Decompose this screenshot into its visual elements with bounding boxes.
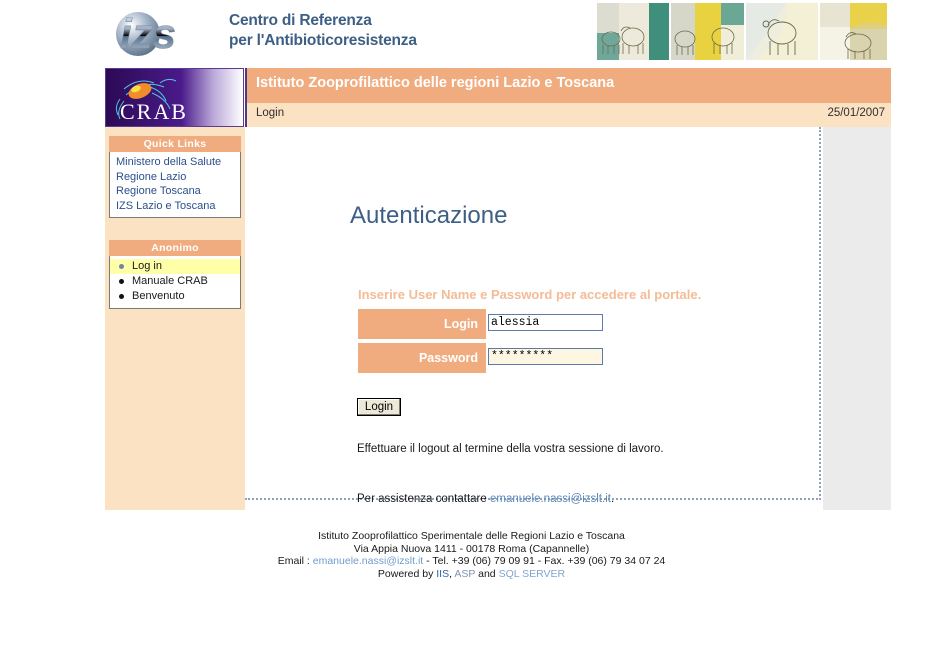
sheep-artwork-panel-1 (597, 3, 670, 60)
footer-line-address: Via Appia Nuova 1411 - 00178 Roma (Capan… (353, 542, 590, 555)
page-title: Autenticazione (350, 202, 508, 229)
sidebar: Quick Links Ministero della Salute Regio… (105, 127, 245, 510)
main-frame: CRAB Istituto Zooprofilattico delle regi… (105, 68, 891, 510)
body-row: Quick Links Ministero della Salute Regio… (105, 127, 891, 510)
sidebar-item-manuale-crab[interactable]: Manuale CRAB (110, 274, 240, 289)
sheep-artwork-strip (597, 3, 887, 60)
sheep-artwork-panel-4 (820, 3, 887, 60)
sql-server-link[interactable]: SQL SERVER (499, 568, 566, 580)
banner-title-line1: Centro di Referenza (229, 12, 372, 29)
crab-logo: CRAB (105, 68, 244, 127)
assistance-suffix: . (610, 493, 615, 505)
asp-link[interactable]: ASP (454, 568, 475, 580)
svg-text:CRAB: CRAB (120, 99, 188, 124)
iis-link[interactable]: IIS (436, 568, 449, 580)
powered-by-prefix: Powered by (377, 567, 437, 580)
breadcrumb-bar: Login 25/01/2007 (245, 103, 891, 127)
quick-links-list: Ministero della Salute Regione Lazio Reg… (109, 152, 241, 218)
sidebar-item-regione-lazio[interactable]: Regione Lazio (110, 170, 240, 185)
login-submit-button[interactable]: Login (357, 398, 401, 416)
assistance-email-link[interactable]: emanuele.nassi@izslt.it (490, 493, 611, 505)
content-area: Autenticazione Inserire User Name e Pass… (245, 127, 891, 510)
footer-phone-fax: - Tel. +39 (06) 79 09 91 - Fax. +39 (06)… (423, 555, 666, 567)
logout-note: Effettuare il logout al termine della vo… (357, 443, 664, 455)
page-root: izs Centro di Referenza per l'Antibiotic… (0, 0, 943, 648)
user-menu-list: Log in Manuale CRAB Benvenuto (109, 256, 241, 309)
bullet-icon (119, 264, 124, 269)
footer-line-powered-by: Powered by IIS, ASP and SQL SERVER (0, 568, 943, 581)
site-title: Istituto Zooprofilattico delle regioni L… (256, 75, 615, 91)
login-label: Login (358, 309, 486, 339)
sidebar-item-log-in[interactable]: Log in (110, 259, 240, 274)
sidebar-item-manuale-crab-label: Manuale CRAB (132, 275, 208, 287)
quick-links-heading: Quick Links (109, 136, 241, 152)
sidebar-item-log-in-label: Log in (132, 260, 162, 272)
breadcrumb[interactable]: Login (256, 107, 284, 119)
footer-email-prefix: Email : (277, 555, 313, 567)
assistance-prefix: Per assistenza contattare (357, 493, 490, 505)
site-title-bar: Istituto Zooprofilattico delle regioni L… (245, 68, 891, 103)
sheep-artwork-panel-2 (671, 3, 744, 60)
footer-email-link[interactable]: emanuele.nassi@izslt.it (313, 555, 423, 567)
footer-line-organization: Istituto Zooprofilattico Sperimentale de… (318, 530, 625, 542)
current-date: 25/01/2007 (827, 107, 885, 119)
user-menu-box: Anonimo Log in Manuale CRAB Benvenuto (109, 240, 241, 309)
banner-title-line2: per l'Antibioticoresistenza (229, 32, 417, 49)
bullet-icon (119, 294, 124, 299)
password-input[interactable] (488, 348, 603, 365)
login-input[interactable] (488, 314, 603, 331)
form-instructions: Inserire User Name e Password per accede… (358, 287, 702, 302)
sheep-artwork-panel-3 (745, 3, 819, 60)
top-banner: izs Centro di Referenza per l'Antibiotic… (0, 0, 943, 65)
user-menu-heading: Anonimo (109, 240, 241, 256)
assistance-line: Per assistenza contattare emanuele.nassi… (357, 493, 614, 505)
powered-by-sep2: and (475, 567, 499, 580)
bullet-icon (119, 279, 124, 284)
sidebar-item-izs-lazio-e-toscana[interactable]: IZS Lazio e Toscana (110, 199, 240, 214)
izs-logo: izs (112, 6, 224, 58)
sidebar-item-regione-toscana[interactable]: Regione Toscana (110, 184, 240, 199)
right-gutter (823, 127, 891, 510)
svg-text:izs: izs (120, 10, 176, 57)
banner-title: Centro di Referenza per l'Antibioticores… (229, 11, 417, 51)
sidebar-item-benvenuto-label: Benvenuto (132, 290, 185, 302)
footer: Istituto Zooprofilattico Sperimentale de… (0, 530, 943, 580)
password-label: Password (358, 343, 486, 373)
sidebar-item-benvenuto[interactable]: Benvenuto (110, 289, 240, 304)
quick-links-box: Quick Links Ministero della Salute Regio… (109, 136, 241, 218)
footer-line-contact: Email : emanuele.nassi@izslt.it - Tel. +… (0, 555, 943, 568)
sidebar-item-ministero-della-salute[interactable]: Ministero della Salute (110, 155, 240, 170)
